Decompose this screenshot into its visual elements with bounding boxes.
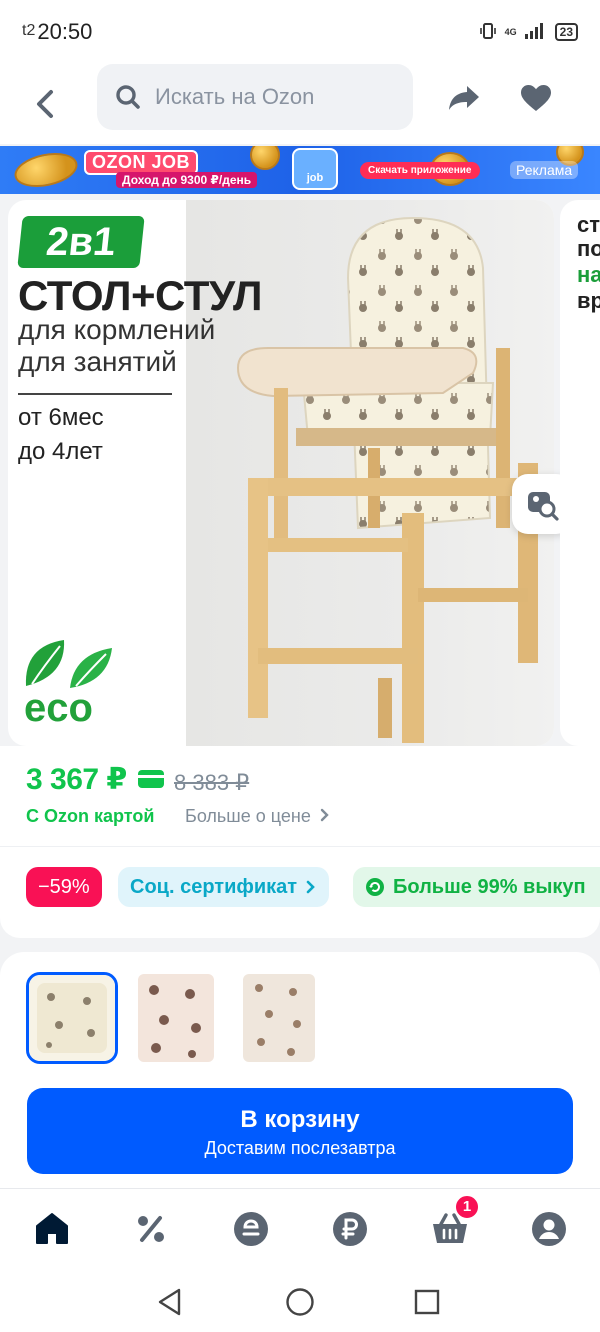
next-card-text: на: [577, 262, 600, 287]
certificate-chip[interactable]: Соц. сертификат: [118, 867, 330, 907]
square-recents-icon: [414, 1289, 440, 1315]
nav-fresh[interactable]: [231, 1209, 271, 1249]
ozon-card-note: С Ozon картой: [26, 806, 155, 826]
ad-phone-label: job: [306, 172, 324, 184]
carrier-label: t2: [22, 22, 36, 39]
header: Искать на Ozon: [0, 64, 600, 144]
system-home-button[interactable]: [282, 1284, 318, 1320]
next-gallery-card[interactable]: ст по на вр: [560, 200, 600, 746]
search-bar[interactable]: Искать на Ozon: [97, 64, 413, 130]
variant-thumbnail[interactable]: [233, 972, 325, 1064]
eco-logo: eco: [20, 636, 120, 730]
product-gallery[interactable]: 2в1 СТОЛ+СТУЛ для кормлений для занятий …: [8, 200, 554, 746]
buyout-chip[interactable]: Больше 99% выкуп: [353, 867, 600, 907]
coin-decoration: [11, 147, 81, 193]
next-card-text: вр: [577, 288, 600, 313]
back-icon: [37, 90, 53, 118]
system-back-button[interactable]: [152, 1284, 188, 1320]
buyout-label: Больше 99% выкуп: [393, 875, 586, 898]
nav-discounts[interactable]: [131, 1209, 171, 1249]
nav-cart[interactable]: 1: [430, 1194, 480, 1249]
coin-decoration: [250, 146, 280, 170]
ad-label: Реклама: [510, 161, 579, 179]
clock: 20:50: [37, 19, 93, 44]
profile-icon: [532, 1212, 566, 1246]
circle-home-icon: [286, 1288, 314, 1316]
ad-cta-button[interactable]: Скачать приложение: [360, 162, 480, 179]
ad-phone-image: job: [292, 148, 338, 190]
price-current: 3 367 ₽: [26, 763, 127, 796]
home-icon: [36, 1213, 68, 1244]
add-to-cart-button[interactable]: В корзину Доставим послезавтра: [27, 1088, 573, 1174]
next-card-text: по: [577, 236, 600, 261]
promo-age-from: от 6мес: [18, 404, 104, 431]
search-icon: [116, 85, 140, 109]
card-icon: [138, 770, 164, 788]
eco-text: eco: [24, 686, 93, 730]
promo-line-1: для кормлений: [18, 314, 216, 345]
cart-count-badge: 1: [454, 1194, 480, 1220]
signal-icon: [524, 22, 547, 42]
price-block: 3 367 ₽ 8 383 ₽ С Ozon картой Больше о ц…: [0, 746, 600, 846]
promo-age-to: до 4лет: [18, 438, 103, 465]
share-icon: [449, 86, 479, 110]
variant-thumbnail-selected[interactable]: [26, 972, 118, 1064]
ruble-icon: [333, 1212, 367, 1246]
nav-home[interactable]: [32, 1209, 72, 1249]
favorite-button[interactable]: [512, 78, 560, 118]
promo-line-2: для занятий: [18, 346, 177, 377]
next-card-text: ст: [577, 212, 600, 237]
share-button[interactable]: [440, 78, 488, 118]
add-to-cart-label: В корзину: [240, 1106, 360, 1133]
nav-finance[interactable]: [330, 1209, 370, 1249]
promo-chips: −59% Соц. сертификат Больше 99% выкуп: [0, 846, 600, 938]
status-icons: 4G 23: [479, 22, 578, 43]
ozon-fresh-icon: [234, 1212, 268, 1246]
refresh-icon: [366, 878, 384, 896]
signal-label: 4G: [504, 27, 517, 37]
bottom-nav: 1: [0, 1188, 600, 1270]
promo-title: СТОЛ+СТУЛ: [18, 272, 262, 319]
status-bar: t2 20:50 4G 23: [0, 0, 600, 64]
promo-divider: [18, 393, 172, 395]
more-about-price-link[interactable]: Больше о цене: [185, 806, 330, 827]
system-recents-button[interactable]: [409, 1284, 445, 1320]
discount-label: −59%: [38, 875, 90, 898]
badge-2in1: 2в1: [17, 216, 145, 268]
delivery-note: Доставим послезавтра: [204, 1138, 396, 1158]
more-about-price-label: Больше о цене: [185, 806, 311, 826]
heart-icon: [521, 85, 551, 111]
discount-badge: −59%: [26, 867, 102, 907]
chevron-right-icon: [320, 808, 329, 822]
percent-icon: [138, 1216, 164, 1242]
highchair-image: [236, 216, 538, 743]
ad-banner[interactable]: OZON JOB Доход до 9300 ₽/день job Скачат…: [0, 146, 600, 194]
purchase-panel: В корзину Доставим послезавтра: [0, 952, 600, 1188]
triangle-back-icon: [158, 1288, 181, 1316]
chevron-right-icon: [306, 880, 315, 894]
system-nav-bar: [0, 1270, 600, 1332]
ad-subtitle: Доход до 9300 ₽/день: [116, 172, 258, 188]
variant-thumbnail[interactable]: [130, 972, 222, 1064]
nav-profile[interactable]: [529, 1209, 569, 1249]
price-old: 8 383 ₽: [174, 770, 250, 795]
certificate-label: Соц. сертификат: [130, 875, 298, 898]
back-button[interactable]: [0, 64, 90, 144]
battery-indicator: 23: [554, 23, 578, 41]
search-input[interactable]: Искать на Ozon: [155, 84, 314, 110]
image-search-icon: [528, 492, 559, 521]
vibrate-icon: [479, 22, 497, 43]
